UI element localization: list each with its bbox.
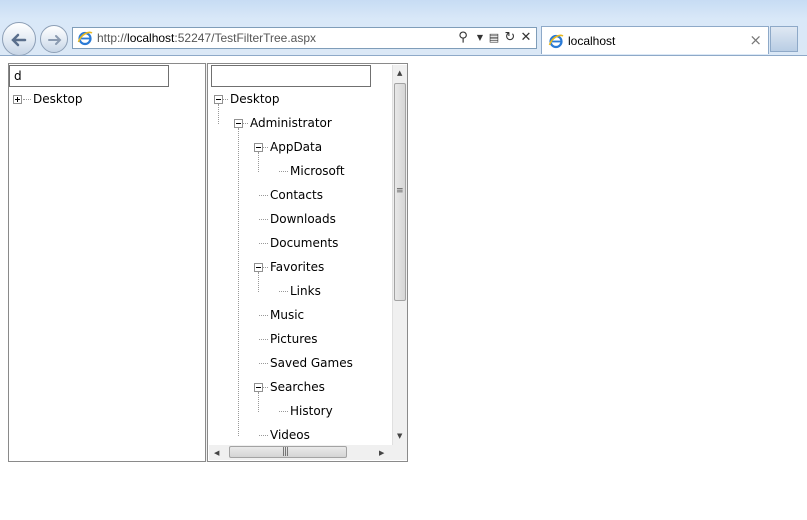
collapse-icon[interactable] (254, 383, 263, 392)
close-icon[interactable]: × (749, 32, 762, 48)
tree-item-favorites[interactable]: Favorites (270, 260, 324, 274)
tree-connector (263, 267, 268, 268)
horizontal-scrollbar[interactable]: ◀ ||| ▶ (209, 445, 392, 460)
tree-connector (259, 435, 268, 436)
tree-connector (223, 99, 228, 100)
tree-connector (243, 123, 248, 124)
ie-icon (77, 31, 93, 46)
tree-item-downloads[interactable]: Downloads (270, 212, 336, 226)
horizontal-scroll-thumb[interactable]: ||| (229, 446, 347, 458)
tree-connector (279, 171, 288, 172)
tree-connector (23, 99, 31, 100)
vertical-scrollbar[interactable]: ▲ ≡ ▼ (392, 65, 407, 445)
new-tab-button[interactable] (770, 26, 798, 52)
expand-icon[interactable] (13, 95, 22, 104)
tree-connector (238, 128, 239, 436)
grip-icon: ≡ (396, 186, 404, 196)
ie-tab-icon (548, 34, 564, 49)
collapse-icon[interactable] (214, 95, 223, 104)
tree-connector (258, 392, 259, 412)
tree-item-administrator[interactable]: Administrator (250, 116, 332, 130)
forward-button[interactable] (40, 25, 68, 53)
tab-localhost[interactable]: localhost × (541, 26, 769, 54)
grip-icon: ||| (282, 447, 289, 457)
left-filter-input[interactable] (9, 65, 169, 87)
tree-item-videos[interactable]: Videos (270, 428, 310, 442)
tree-item-pictures[interactable]: Pictures (270, 332, 318, 346)
tree-item-music[interactable]: Music (270, 308, 304, 322)
tree-item-documents[interactable]: Documents (270, 236, 338, 250)
tree-item-contacts[interactable]: Contacts (270, 188, 323, 202)
tree-connector (259, 243, 268, 244)
collapse-icon[interactable] (254, 143, 263, 152)
search-icon[interactable]: ⚲ (455, 30, 471, 46)
scroll-down-icon[interactable]: ▼ (397, 432, 402, 440)
tree-connector (259, 339, 268, 340)
compatibility-icon[interactable]: ▤ (486, 30, 502, 46)
tree-item-links[interactable]: Links (290, 284, 321, 298)
address-bar[interactable]: http://localhost:52247/TestFilterTree.as… (72, 27, 537, 49)
tree-connector (263, 147, 268, 148)
tree-connector (259, 363, 268, 364)
tree-connector (258, 272, 259, 292)
left-tree-panel: Desktop (8, 63, 207, 462)
back-button[interactable] (2, 22, 36, 56)
left-tree-item-desktop[interactable]: Desktop (33, 92, 83, 106)
tree-connector (259, 195, 268, 196)
tree-connector (279, 411, 288, 412)
tree-connector (279, 291, 288, 292)
stop-icon[interactable]: ✕ (518, 30, 534, 46)
right-tree-panel: Desktop Administrator AppData Microsoft Cont… (207, 63, 408, 462)
address-url[interactable]: http://localhost:52247/TestFilterTree.as… (97, 31, 316, 45)
tree-item-saved-games[interactable]: Saved Games (270, 356, 353, 370)
scroll-right-icon[interactable]: ▶ (379, 449, 384, 457)
tree-item-history[interactable]: History (290, 404, 333, 418)
scroll-up-icon[interactable]: ▲ (397, 69, 402, 77)
tree-connector (258, 152, 259, 172)
tree-item-desktop[interactable]: Desktop (230, 92, 280, 106)
browser-chrome: http://localhost:52247/TestFilterTree.as… (0, 0, 807, 56)
right-filter-input[interactable] (211, 65, 371, 87)
vertical-scroll-thumb[interactable]: ≡ (394, 83, 406, 301)
refresh-icon[interactable]: ↻ (502, 30, 518, 46)
tree-item-microsoft[interactable]: Microsoft (290, 164, 345, 178)
collapse-icon[interactable] (254, 263, 263, 272)
forward-arrow-icon (48, 35, 62, 45)
tree-item-appdata[interactable]: AppData (270, 140, 322, 154)
tree-connector (259, 219, 268, 220)
tree-connector (218, 104, 219, 124)
tab-title: localhost (568, 34, 616, 48)
tree-item-searches[interactable]: Searches (270, 380, 325, 394)
scroll-corner (392, 445, 407, 460)
tree-connector (263, 387, 268, 388)
back-arrow-icon (11, 33, 27, 47)
tree-connector (259, 315, 268, 316)
scroll-left-icon[interactable]: ◀ (214, 449, 219, 457)
collapse-icon[interactable] (234, 119, 243, 128)
